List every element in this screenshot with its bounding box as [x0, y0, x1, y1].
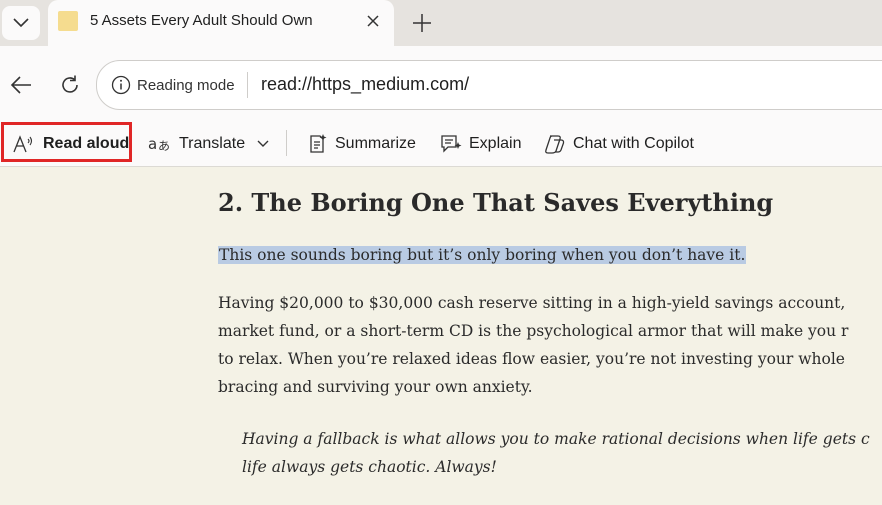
page-favicon-icon — [58, 11, 78, 31]
summarize-icon — [310, 134, 327, 153]
active-tab[interactable]: 5 Assets Every Adult Should Own — [48, 0, 394, 46]
refresh-icon — [62, 75, 78, 93]
new-tab-button[interactable] — [406, 7, 438, 39]
tab-strip: 5 Assets Every Adult Should Own — [0, 0, 882, 46]
site-info-button[interactable]: Reading mode — [111, 73, 235, 97]
paragraph-line: Having $20,000 to $30,000 cash reserve s… — [218, 294, 846, 312]
explain-button[interactable]: Explain — [440, 122, 521, 166]
svg-text:あ: あ — [158, 139, 170, 153]
translate-icon: aあ — [148, 135, 170, 153]
chevron-down-icon — [257, 140, 269, 147]
arrow-left-icon — [10, 76, 31, 94]
svg-text:a: a — [148, 135, 157, 153]
translate-label: Translate — [179, 135, 246, 152]
navigation-bar: Reading mode read://https_medium.com/ — [0, 46, 882, 122]
highlighted-sentence[interactable]: This one sounds boring but it’s only bor… — [218, 246, 747, 264]
summarize-label: Summarize — [335, 135, 416, 152]
summarize-button[interactable]: Summarize — [308, 122, 416, 166]
tab-list-button[interactable] — [2, 6, 40, 40]
read-aloud-highlight-box — [1, 122, 132, 162]
paragraph-line: bracing and surviving your own anxiety. — [218, 378, 533, 396]
reading-mode-label: Reading mode — [137, 76, 235, 94]
close-icon — [367, 15, 379, 27]
toolbar-divider — [286, 130, 287, 156]
plus-icon — [413, 14, 431, 32]
url-text[interactable]: read://https_medium.com/ — [261, 74, 469, 95]
address-bar[interactable]: Reading mode read://https_medium.com/ — [96, 60, 882, 110]
blockquote-line: Having a fallback is what allows you to … — [242, 430, 870, 448]
reading-mode-toolbar: Read aloud aあ Translate Summarize Explai… — [0, 122, 882, 167]
paragraph-line: market fund, or a short-term CD is the p… — [218, 322, 849, 340]
close-tab-button[interactable] — [362, 10, 384, 32]
explain-label: Explain — [469, 135, 522, 152]
address-divider — [247, 72, 248, 98]
chat-with-copilot-button[interactable]: Chat with Copilot — [544, 122, 694, 166]
explain-icon — [441, 135, 462, 153]
section-heading: 2. The Boring One That Saves Everything — [218, 188, 774, 217]
blockquote-line: life always gets chaotic. Always! — [242, 458, 497, 476]
info-icon — [111, 75, 131, 95]
translate-button[interactable]: aあ Translate — [148, 122, 245, 166]
back-button[interactable] — [6, 70, 36, 100]
paragraph-line: to relax. When you’re relaxed ideas flow… — [218, 350, 845, 368]
chat-with-copilot-label: Chat with Copilot — [573, 135, 694, 152]
refresh-button[interactable] — [55, 70, 85, 100]
translate-options-button[interactable] — [257, 122, 269, 166]
copilot-icon — [545, 135, 565, 154]
chevron-down-icon — [13, 18, 29, 28]
tab-title: 5 Assets Every Adult Should Own — [90, 12, 313, 29]
